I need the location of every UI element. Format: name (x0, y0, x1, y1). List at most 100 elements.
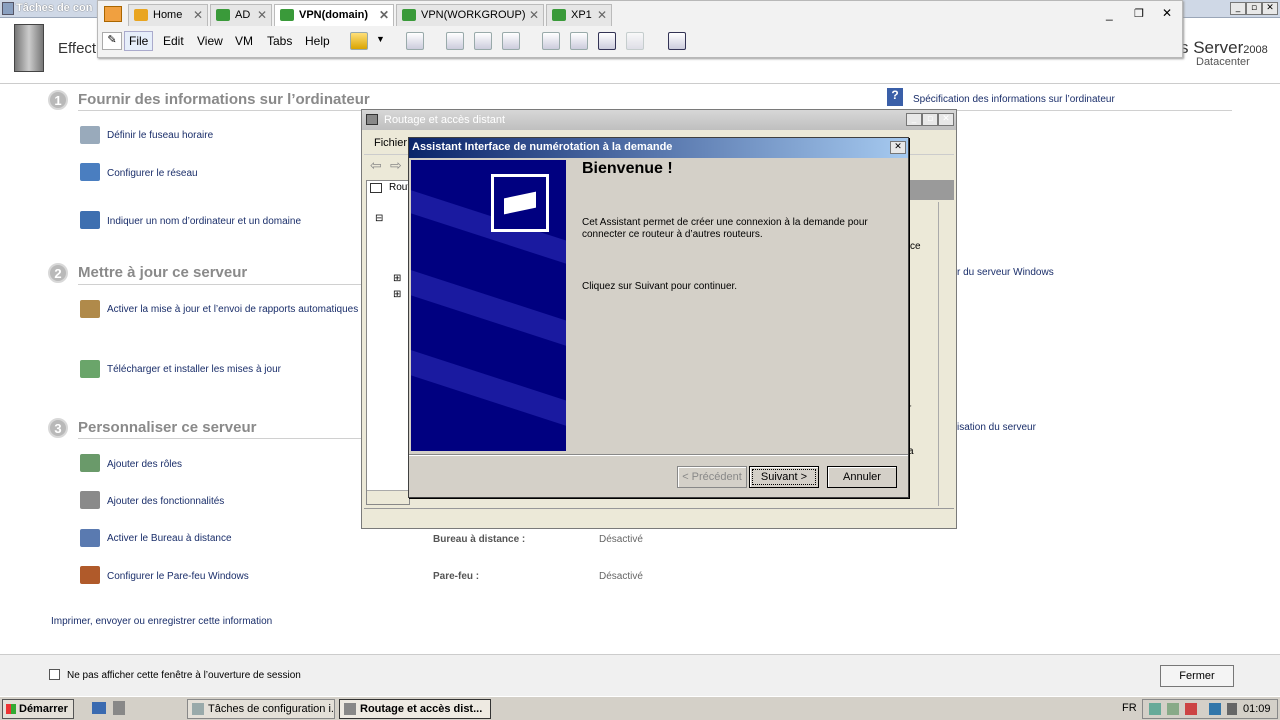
tree-root-label[interactable]: Rout (389, 182, 410, 193)
vm-icon (280, 9, 294, 21)
menu-help[interactable]: Help (305, 34, 330, 48)
link-computer-info-spec[interactable]: Spécification des informations sur l’ord… (913, 94, 1115, 105)
power-icon[interactable] (350, 32, 368, 50)
vm-minimize-button[interactable]: _ (1106, 7, 1113, 21)
wizard-banner (411, 160, 566, 451)
menu-tabs[interactable]: Tabs (267, 34, 292, 48)
menu-view[interactable]: View (197, 34, 223, 48)
header-brand: s Server2008 (1180, 38, 1268, 57)
close-icon[interactable]: ✕ (379, 8, 389, 22)
normal-view-icon[interactable] (542, 32, 560, 50)
rras-vscrollbar[interactable] (938, 202, 952, 506)
menu-file[interactable]: File (124, 31, 154, 51)
taskbar-item-config-tasks[interactable]: Tâches de configuration i... (187, 699, 335, 719)
link-customize-partial[interactable]: isation du serveur (957, 422, 1036, 433)
forward-icon[interactable]: ⇨ (390, 157, 402, 174)
close-icon[interactable]: ✕ (257, 8, 267, 22)
banner-stripe (411, 266, 566, 358)
no-show-label: Ne pas afficher cette fenêtre à l’ouvert… (67, 670, 301, 681)
task-download-updates[interactable]: Télécharger et installer les mises à jou… (107, 364, 281, 375)
roles-icon (80, 454, 100, 472)
wizard-close-button[interactable]: ✕ (890, 141, 906, 154)
tree-expand-icon[interactable]: ⊞ (393, 289, 401, 300)
rras-minimize-button[interactable]: _ (906, 113, 922, 126)
menu-vm[interactable]: VM (235, 34, 253, 48)
server-manager-quicklaunch-icon[interactable] (113, 701, 125, 715)
volume-icon[interactable] (1227, 703, 1237, 715)
network-icon[interactable] (406, 32, 424, 50)
close-icon[interactable]: ✕ (597, 8, 607, 22)
section-2-number: 2 (48, 263, 68, 283)
rras-maximize-button[interactable]: ▫ (922, 113, 938, 126)
taskbar: Démarrer Tâches de configuration i... Ro… (0, 696, 1280, 720)
close-icon[interactable]: ✕ (193, 8, 203, 22)
task-configure-firewall[interactable]: Configurer le Pare-feu Windows (107, 571, 249, 582)
back-icon[interactable]: ⇦ (370, 157, 382, 174)
vm-icon (402, 9, 416, 21)
chevron-down-icon[interactable]: ▼ (376, 34, 385, 44)
tab-xp1[interactable]: XP1 ✕ (546, 4, 612, 26)
task-add-features[interactable]: Ajouter des fonctionnalités (107, 496, 224, 507)
console-view-icon[interactable] (668, 32, 686, 50)
vm-app-icon[interactable] (104, 6, 122, 22)
tray-icon[interactable] (1149, 703, 1161, 715)
firewall-label: Pare-feu : (433, 571, 480, 582)
tab-home[interactable]: Home ✕ (128, 4, 208, 26)
wizard-cancel-button[interactable]: Annuler (827, 466, 897, 488)
tree-expand-icon[interactable]: ⊞ (393, 273, 401, 284)
tab-vpn-workgroup[interactable]: VPN(WORKGROUP) ✕ (396, 4, 544, 26)
vm-close-button[interactable]: ✕ (1162, 6, 1172, 20)
task-add-roles[interactable]: Ajouter des rôles (107, 459, 182, 470)
link-print-info[interactable]: Imprimer, envoyer ou enregistrer cette i… (51, 616, 272, 627)
task-computer-name[interactable]: Indiquer un nom d’ordinateur et un domai… (107, 216, 301, 227)
download-updates-icon (80, 360, 100, 378)
pin-icon[interactable]: ✎ (102, 32, 122, 50)
vm-restore-button[interactable]: ❐ (1134, 7, 1144, 20)
menu-edit[interactable]: Edit (163, 34, 184, 48)
rdp-value: Désactivé (599, 534, 643, 545)
tray-icon[interactable] (1185, 703, 1197, 715)
task-configure-network[interactable]: Configurer le réseau (107, 168, 198, 179)
close-button[interactable]: Fermer (1160, 665, 1234, 687)
unity-icon[interactable] (626, 32, 644, 50)
section-1-divider-right (955, 110, 1232, 111)
start-button[interactable]: Démarrer (2, 699, 74, 719)
no-show-checkbox[interactable] (49, 669, 60, 680)
rras-close-button[interactable]: ✕ (938, 113, 954, 126)
server-tower-icon (14, 24, 44, 72)
show-desktop-icon[interactable] (92, 702, 106, 714)
tray-icon[interactable] (1167, 703, 1179, 715)
fullscreen-icon[interactable] (598, 32, 616, 50)
link-update-partial[interactable]: r du serveur Windows (957, 267, 1054, 278)
tab-ad[interactable]: AD ✕ (210, 4, 272, 26)
language-indicator[interactable]: FR (1122, 702, 1137, 714)
header-edition: Datacenter (1196, 56, 1250, 68)
quick-switch-icon[interactable] (570, 32, 588, 50)
task-enable-remote-desktop[interactable]: Activer le Bureau à distance (107, 533, 232, 544)
rdp-label: Bureau à distance : (433, 534, 526, 545)
revert-icon[interactable] (474, 32, 492, 50)
rras-hscrollbar[interactable] (367, 490, 409, 504)
firewall-icon (80, 566, 100, 584)
close-icon[interactable]: ✕ (529, 8, 539, 22)
outer-minimize-button[interactable]: _ (1230, 2, 1246, 15)
tray-icon[interactable] (1209, 703, 1221, 715)
snapshot-manager-icon[interactable] (502, 32, 520, 50)
vm-icon (552, 9, 566, 21)
task-set-timezone[interactable]: Définir le fuseau horaire (107, 130, 213, 141)
tree-expand-icon[interactable]: ⊟ (375, 213, 383, 224)
task-enable-updates[interactable]: Activer la mise à jour et l’envoi de rap… (107, 304, 358, 315)
wizard-next-button[interactable]: Suivant > (749, 466, 819, 488)
tab-vpn-domain[interactable]: VPN(domain) ✕ (274, 4, 394, 26)
section-3-title: Personnaliser ce serveur (78, 419, 257, 436)
rras-menu-file[interactable]: Fichier (374, 137, 407, 149)
wizard-title-bar: Assistant Interface de numérotation à la… (409, 138, 908, 158)
home-icon (134, 9, 148, 21)
wizard-separator (409, 454, 908, 456)
outer-maximize-button[interactable]: ▫ (1246, 2, 1262, 15)
taskbar-item-rras[interactable]: Routage et accès dist... (339, 699, 491, 719)
rras-tree-pane: Rout ⊟ ⊞ ⊞ (366, 180, 410, 505)
wizard-back-button[interactable]: < Précédent (677, 466, 747, 488)
outer-close-button[interactable]: ✕ (1262, 2, 1278, 15)
snapshot-icon[interactable] (446, 32, 464, 50)
